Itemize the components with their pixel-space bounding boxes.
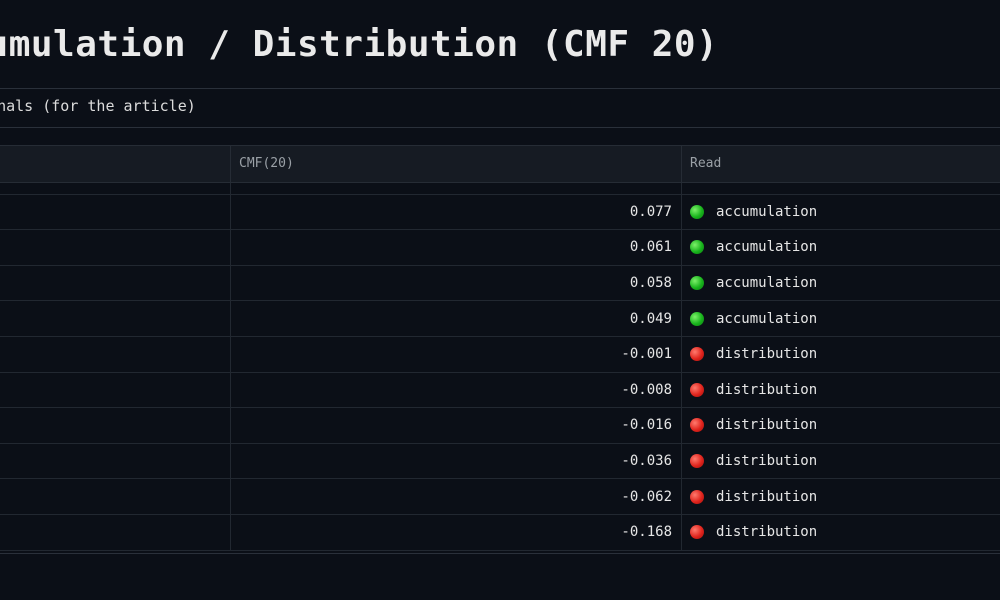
column-header-name[interactable] [0, 146, 230, 182]
red-circle-icon [690, 525, 704, 540]
title-divider [0, 88, 1000, 89]
read-cell: accumulation [681, 194, 1000, 230]
green-circle-icon [690, 240, 704, 255]
cmf-value: 0.091 [230, 182, 681, 194]
read-cell: accumulation [681, 230, 1000, 265]
read-cell: accumulation [681, 182, 1000, 194]
table-body[interactable]: 0.091accumulation0.077accumulation0.061a… [0, 182, 1000, 553]
read-cell: accumulation [681, 265, 1000, 301]
cmf-value: 0.058 [230, 265, 681, 301]
table-row[interactable]: -0.168 distribution [0, 514, 1000, 551]
row-name-cell [0, 479, 230, 514]
cmf-value: 0.049 [230, 301, 681, 336]
read-label: distribution [716, 346, 818, 363]
read-cell: distribution [681, 443, 1000, 479]
green-circle-icon [690, 311, 704, 326]
row-name-cell [0, 408, 230, 443]
row-name-cell [0, 301, 230, 336]
page-title: Accumulation / Distribution (CMF 20) [0, 24, 719, 65]
cmf-value: -0.036 [230, 443, 681, 479]
row-name-cell [0, 195, 230, 230]
green-circle-icon [690, 204, 704, 219]
red-circle-icon [690, 382, 704, 397]
table-row[interactable]: 0.077 accumulation [0, 194, 1000, 231]
column-header-cmf[interactable]: CMF(20) [230, 146, 681, 182]
column-header-read[interactable]: Read [681, 146, 1000, 182]
row-name-cell [0, 230, 230, 265]
row-name-cell [0, 373, 230, 408]
read-label: distribution [716, 488, 818, 505]
signals-table: CMF(20) Read 0.091accumulation0.077accum… [0, 145, 1000, 554]
red-circle-icon [690, 418, 704, 433]
read-cell: distribution [681, 408, 1000, 443]
cmf-value: 0.077 [230, 194, 681, 230]
read-label: accumulation [716, 310, 818, 327]
table-row[interactable]: -0.036 distribution [0, 443, 1000, 480]
row-name-cell [0, 182, 230, 194]
row-name-cell [0, 266, 230, 301]
row-name-cell [0, 515, 230, 550]
table-row[interactable]: 0.091accumulation [0, 182, 1000, 195]
read-cell: distribution [681, 514, 1000, 550]
read-label: accumulation [716, 275, 818, 292]
read-label: distribution [716, 453, 818, 470]
read-label: distribution [716, 381, 818, 398]
table-row[interactable]: 0.058 accumulation [0, 265, 1000, 302]
cmf-value: -0.062 [230, 479, 681, 514]
read-cell: distribution [681, 479, 1000, 514]
table-row[interactable]: -0.001 distribution [0, 336, 1000, 373]
read-label: accumulation [716, 239, 818, 256]
subtitle-divider [0, 127, 1000, 128]
red-circle-icon [690, 454, 704, 469]
read-label: distribution [716, 417, 818, 434]
table-row[interactable]: -0.062 distribution [0, 479, 1000, 515]
green-circle-icon [690, 276, 704, 291]
read-cell: accumulation [681, 301, 1000, 336]
page-subtitle: Signals (for the article) [0, 97, 196, 115]
page: Accumulation / Distribution (CMF 20) Sig… [0, 0, 1000, 600]
table-row[interactable]: 0.061 accumulation [0, 230, 1000, 266]
table-rows: 0.091accumulation0.077accumulation0.061a… [0, 182, 1000, 551]
cmf-value: 0.061 [230, 230, 681, 265]
read-cell: distribution [681, 336, 1000, 372]
table-row[interactable]: -0.008 distribution [0, 372, 1000, 409]
row-name-cell [0, 337, 230, 372]
cmf-value: -0.016 [230, 408, 681, 443]
row-name-cell [0, 444, 230, 479]
cmf-value: -0.008 [230, 372, 681, 408]
read-label: accumulation [716, 203, 818, 220]
red-circle-icon [690, 489, 704, 504]
red-circle-icon [690, 347, 704, 362]
table-row[interactable]: 0.049 accumulation [0, 301, 1000, 337]
table-header: CMF(20) Read [0, 145, 1000, 183]
cmf-value: -0.001 [230, 336, 681, 372]
read-label: distribution [716, 524, 818, 541]
read-cell: distribution [681, 372, 1000, 408]
cmf-value: -0.168 [230, 514, 681, 550]
table-row[interactable]: -0.016 distribution [0, 408, 1000, 444]
